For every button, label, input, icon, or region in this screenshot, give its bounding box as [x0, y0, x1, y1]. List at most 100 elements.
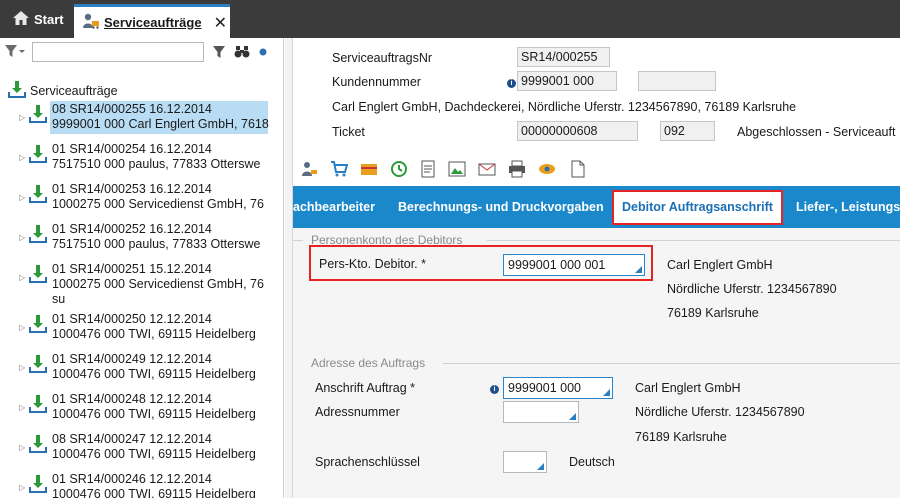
lookup-corner-icon[interactable]: [537, 463, 544, 470]
expand-arrow-icon[interactable]: ▷: [19, 150, 25, 165]
download-icon: [28, 354, 48, 378]
list-item-title: 01 SR14/000254 16.12.2014: [52, 142, 212, 156]
tab-debitor-auftragsanschrift[interactable]: Debitor Auftragsanschrift: [612, 190, 783, 225]
adresse-name: Carl Englert GmbH: [635, 381, 741, 395]
status-dot-icon: [258, 47, 268, 57]
kundennummer-field[interactable]: 9999001 000: [517, 71, 617, 91]
info-icon[interactable]: i: [490, 382, 499, 396]
kundennummer-extra-field[interactable]: [638, 71, 716, 91]
adresse-street: Nördliche Uferstr. 1234567890: [635, 405, 805, 419]
tab-start[interactable]: Start: [6, 5, 70, 34]
panel-splitter[interactable]: [285, 38, 293, 498]
info-icon[interactable]: i: [507, 76, 516, 90]
lookup-corner-icon[interactable]: [569, 413, 576, 420]
adressnummer-label: Adressnummer: [315, 405, 400, 419]
download-icon: [28, 184, 48, 208]
list-item[interactable]: ▷ 01 SR14/000246 12.12.2014 1000476 000 TW…: [0, 470, 284, 498]
section-divider: [443, 363, 900, 364]
list-item-subtitle: 1000476 000 TWI, 69115 Heidelberg: [52, 407, 256, 421]
binoculars-icon[interactable]: [234, 45, 250, 59]
list-item-title: 01 SR14/000248 12.12.2014: [52, 392, 212, 406]
filter-bar: [0, 38, 283, 66]
list-item[interactable]: ▷ 01 SR14/000253 16.12.2014 1000275 000 Se…: [0, 180, 284, 220]
history-icon[interactable]: [390, 160, 408, 178]
adressnummer-field[interactable]: [503, 401, 579, 423]
download-icon: [28, 434, 48, 458]
list-item[interactable]: ▷ 01 SR14/000251 15.12.2014 1000275 000 Se…: [0, 260, 284, 310]
detail-tab-bar: achbearbeiter Berechnungs- und Druckvorg…: [293, 186, 900, 228]
download-icon: [28, 104, 48, 128]
section-divider: [487, 240, 900, 241]
list-item[interactable]: ▷ 01 SR14/000249 12.12.2014 1000476 000 TW…: [0, 350, 284, 390]
pers-kto-field[interactable]: 9999001 000 001: [503, 254, 645, 276]
expand-arrow-icon[interactable]: ▷: [19, 110, 25, 125]
expand-arrow-icon[interactable]: ▷: [19, 190, 25, 205]
list-item[interactable]: ▷ 01 SR14/000252 16.12.2014 7517510 000 pa…: [0, 220, 284, 260]
close-icon[interactable]: ✕: [214, 13, 227, 33]
filter-input[interactable]: [32, 42, 204, 62]
download-icon: [28, 314, 48, 338]
expand-arrow-icon[interactable]: ▷: [19, 480, 25, 495]
preview-icon[interactable]: [538, 160, 558, 178]
lookup-corner-icon[interactable]: [635, 266, 642, 273]
list-item[interactable]: ▷ 08 SR14/000247 12.12.2014 1000476 000 TW…: [0, 430, 284, 470]
tab-liefer-leistungs[interactable]: Liefer-, Leistungs: [796, 186, 900, 228]
kundennummer-label: Kundennummer: [332, 75, 421, 89]
filter-icon[interactable]: [212, 45, 226, 59]
tab-sachbearbeiter[interactable]: achbearbeiter: [293, 186, 375, 228]
sprachenschluessel-field[interactable]: [503, 451, 547, 473]
pers-kto-value: 9999001 000 001: [508, 258, 606, 272]
list-item-title: 01 SR14/000251 15.12.2014: [52, 262, 212, 276]
list-item[interactable]: ▷ 01 SR14/000250 12.12.2014 1000476 000 TW…: [0, 310, 284, 350]
document-icon[interactable]: [420, 160, 436, 178]
debitor-city: 76189 Karlsruhe: [667, 306, 759, 320]
tab-berechnungs-druckvorgaben[interactable]: Berechnungs- und Druckvorgaben: [398, 186, 604, 228]
list-item-subtitle: 1000476 000 TWI, 69115 Heidelberg: [52, 327, 256, 341]
expand-arrow-icon[interactable]: ▷: [19, 230, 25, 245]
person-icon[interactable]: [300, 160, 318, 178]
list-item-title: 01 SR14/000249 12.12.2014: [52, 352, 212, 366]
expand-arrow-icon[interactable]: ▷: [19, 400, 25, 415]
auftragsnr-field[interactable]: SR14/000255: [517, 47, 610, 67]
list-item-title: 01 SR14/000252 16.12.2014: [52, 222, 212, 236]
section-divider: [293, 240, 303, 241]
cart-icon[interactable]: [330, 160, 348, 178]
print-icon[interactable]: [508, 160, 526, 178]
image-icon[interactable]: [448, 160, 466, 178]
tree-root[interactable]: Serviceaufträge: [8, 80, 118, 101]
expand-arrow-icon[interactable]: ▷: [19, 360, 25, 375]
list-item-title: 01 SR14/000246 12.12.2014: [52, 472, 212, 486]
mail-icon[interactable]: [478, 160, 496, 178]
tab-active-label: Serviceaufträge: [104, 15, 202, 30]
expand-arrow-icon[interactable]: ▷: [19, 440, 25, 455]
new-document-icon[interactable]: [570, 160, 586, 178]
list-item-title: 01 SR14/000250 12.12.2014: [52, 312, 212, 326]
detail-content: Personenkonto des Debitors Pers-Kto. Deb…: [293, 228, 900, 498]
list-item-subtitle: 7517510 000 paulus, 77833 Otterswe: [52, 237, 261, 251]
customer-address-line: Carl Englert GmbH, Dachdeckerei, Nördlic…: [332, 100, 797, 114]
ticket-field[interactable]: 00000000608: [517, 121, 638, 141]
download-icon: [28, 264, 48, 288]
expand-arrow-icon[interactable]: ▷: [19, 270, 25, 285]
tab-start-label: Start: [34, 12, 64, 27]
person-cart-icon: [82, 12, 100, 33]
filter-dropdown-icon[interactable]: [4, 43, 26, 62]
card-icon[interactable]: [360, 160, 378, 178]
ticket-code-field[interactable]: 092: [660, 121, 715, 141]
sprachenschluessel-label: Sprachenschlüssel: [315, 455, 420, 469]
download-icon: [28, 474, 48, 498]
list-item[interactable]: ▷ 01 SR14/000254 16.12.2014 7517510 000 pa…: [0, 140, 284, 180]
action-toolbar: [300, 156, 598, 182]
list-item[interactable]: ▷ 08 SR14/000255 16.12.2014 9999001 000 Ca…: [0, 100, 284, 140]
list-item[interactable]: ▷ 01 SR14/000248 12.12.2014 1000476 000 TW…: [0, 390, 284, 430]
tab-serviceauftraege[interactable]: Serviceaufträge ✕: [74, 4, 230, 38]
list-item-title: 01 SR14/000253 16.12.2014: [52, 182, 212, 196]
ticket-status: Abgeschlossen - Serviceauft: [737, 125, 896, 139]
download-icon: [8, 80, 26, 101]
download-icon: [28, 224, 48, 248]
expand-arrow-icon[interactable]: ▷: [19, 320, 25, 335]
tree-root-label: Serviceaufträge: [30, 83, 118, 98]
anschrift-field[interactable]: 9999001 000: [503, 377, 613, 399]
list-item-subtitle: 1000275 000 Servicedienst GmbH, 76: [52, 197, 264, 211]
lookup-corner-icon[interactable]: [603, 389, 610, 396]
